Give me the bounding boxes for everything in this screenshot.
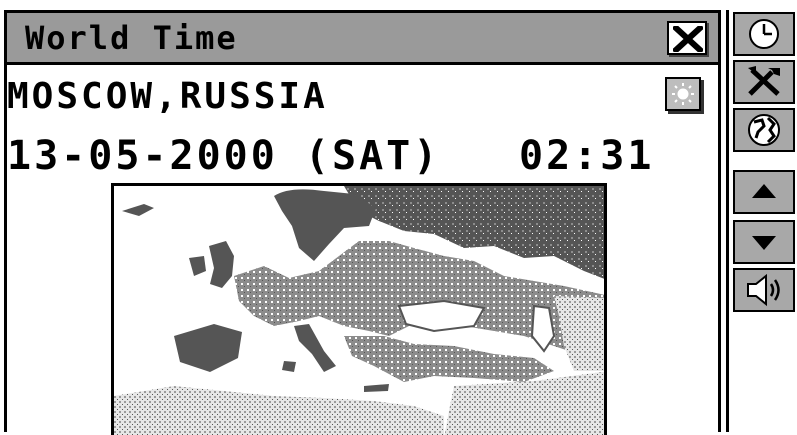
- arrow-down-icon: [752, 236, 776, 250]
- clock-button[interactable]: [733, 12, 795, 56]
- clock-icon: [749, 19, 779, 49]
- time-label: 02:31: [519, 133, 655, 179]
- scroll-up-button[interactable]: [733, 170, 795, 214]
- globe-button[interactable]: [733, 108, 795, 152]
- settings-button[interactable]: [733, 60, 795, 104]
- side-toolbar: [726, 10, 797, 432]
- device-screen: World Time MOSCOW,RUSSIA 13-05-2000 (SAT…: [0, 0, 797, 435]
- sun-icon: [672, 83, 694, 105]
- date-label: 13-05-2000 (SAT): [7, 133, 441, 179]
- scroll-down-button[interactable]: [733, 220, 795, 264]
- world-time-window: World Time MOSCOW,RUSSIA 13-05-2000 (SAT…: [4, 10, 721, 435]
- globe-icon: [748, 114, 780, 146]
- speaker-icon: [747, 273, 780, 307]
- europe-map-image: [114, 186, 604, 435]
- close-icon: [673, 26, 703, 52]
- window-title: World Time: [25, 19, 238, 57]
- world-map[interactable]: [111, 183, 607, 435]
- arrow-up-icon: [752, 184, 776, 198]
- title-bar: World Time: [7, 13, 718, 65]
- sound-button[interactable]: [733, 268, 795, 312]
- date-time-line: 13-05-2000 (SAT) 02:31: [7, 133, 707, 181]
- daylight-saving-button[interactable]: [665, 77, 701, 111]
- city-name: MOSCOW,RUSSIA: [7, 76, 328, 117]
- close-button[interactable]: [667, 21, 707, 55]
- settings-tools-icon: [748, 66, 780, 96]
